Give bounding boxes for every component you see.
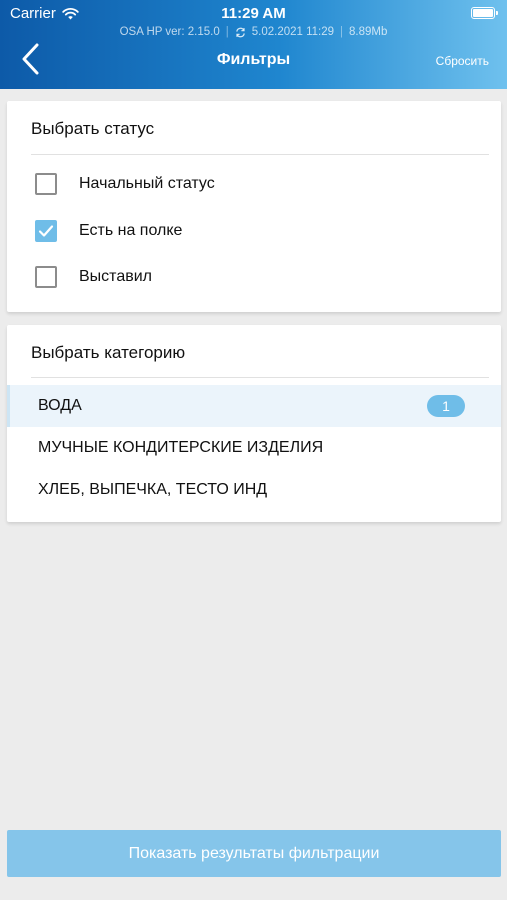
battery-icon — [471, 7, 498, 19]
status-option-label: Выставил — [79, 268, 152, 285]
checkbox-checked[interactable] — [35, 220, 57, 242]
category-item-bread[interactable]: ХЛЕБ, ВЫПЕЧКА, ТЕСТО ИНД — [7, 469, 501, 511]
version-label: OSA HP ver: 2.15.0 — [119, 26, 220, 38]
checkbox[interactable] — [35, 266, 57, 288]
divider — [31, 377, 489, 378]
separator: | — [340, 26, 344, 38]
status-section-title: Выбрать статус — [31, 119, 155, 138]
status-option-label: Есть на полке — [79, 222, 183, 239]
clock: 11:29 AM — [221, 5, 286, 22]
status-filter-card: Выбрать статус Начальный статус Есть на … — [7, 101, 501, 312]
category-label: ВОДА — [38, 397, 82, 414]
sync-time: 5.02.2021 11:29 — [251, 26, 335, 38]
category-item-water[interactable]: ВОДА 1 — [7, 385, 501, 427]
count-badge: 1 — [427, 395, 465, 417]
checkmark-icon — [38, 225, 54, 237]
checkbox[interactable] — [35, 173, 57, 195]
page-title: Фильтры — [216, 51, 291, 68]
divider — [31, 154, 489, 155]
status-option-label: Начальный статус — [79, 175, 215, 192]
status-option-displayed[interactable]: Выставил — [35, 266, 152, 288]
sync-icon — [235, 27, 245, 37]
app-info-line: OSA HP ver: 2.15.0 | 5.02.2021 11:29 | 8… — [0, 26, 507, 38]
category-section-title: Выбрать категорию — [31, 343, 186, 362]
separator: | — [225, 26, 229, 38]
data-size: 8.89Mb — [349, 26, 388, 38]
show-results-button[interactable]: Показать результаты фильтрации — [7, 830, 501, 877]
category-label: МУЧНЫЕ КОНДИТЕРСКИЕ ИЗДЕЛИЯ — [38, 439, 324, 456]
category-label: ХЛЕБ, ВЫПЕЧКА, ТЕСТО ИНД — [38, 481, 268, 498]
category-item-confectionery[interactable]: МУЧНЫЕ КОНДИТЕРСКИЕ ИЗДЕЛИЯ — [7, 427, 501, 469]
reset-button[interactable]: Сбросить — [436, 54, 489, 68]
category-filter-card: Выбрать категорию ВОДА 1 МУЧНЫЕ КОНДИТЕР… — [7, 325, 501, 522]
status-bar: Carrier 11:29 AM — [0, 0, 507, 26]
app-header: Carrier 11:29 AM OSA HP ver: 2.15.0 | 5.… — [0, 0, 507, 89]
battery-level — [473, 9, 493, 17]
status-option-initial[interactable]: Начальный статус — [35, 173, 215, 195]
status-option-on-shelf[interactable]: Есть на полке — [35, 220, 182, 242]
